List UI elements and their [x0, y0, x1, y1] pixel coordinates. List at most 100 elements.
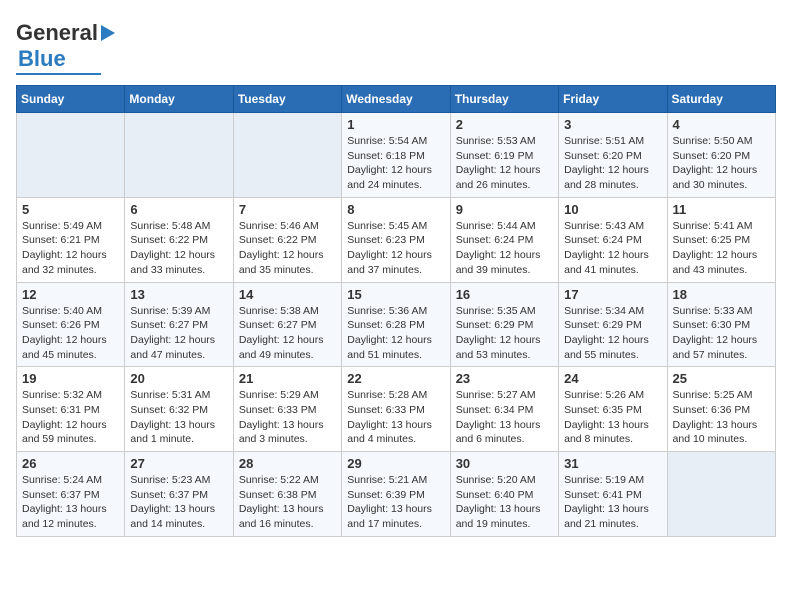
calendar-cell: [17, 113, 125, 198]
day-detail: Sunrise: 5:49 AM Sunset: 6:21 PM Dayligh…: [22, 219, 119, 278]
calendar-cell: 15 Sunrise: 5:36 AM Sunset: 6:28 PM Dayli…: [342, 282, 450, 367]
calendar-cell: 20 Sunrise: 5:31 AM Sunset: 6:32 PM Dayli…: [125, 367, 233, 452]
logo: General Blue: [16, 16, 115, 75]
calendar-cell: 3 Sunrise: 5:51 AM Sunset: 6:20 PM Daylig…: [559, 113, 667, 198]
calendar-cell: 5 Sunrise: 5:49 AM Sunset: 6:21 PM Daylig…: [17, 197, 125, 282]
day-detail: Sunrise: 5:35 AM Sunset: 6:29 PM Dayligh…: [456, 304, 553, 363]
day-number: 21: [239, 371, 336, 386]
calendar-cell: 12 Sunrise: 5:40 AM Sunset: 6:26 PM Dayli…: [17, 282, 125, 367]
calendar-cell: 4 Sunrise: 5:50 AM Sunset: 6:20 PM Daylig…: [667, 113, 775, 198]
calendar-cell: 7 Sunrise: 5:46 AM Sunset: 6:22 PM Daylig…: [233, 197, 341, 282]
day-detail: Sunrise: 5:32 AM Sunset: 6:31 PM Dayligh…: [22, 388, 119, 447]
day-detail: Sunrise: 5:40 AM Sunset: 6:26 PM Dayligh…: [22, 304, 119, 363]
day-number: 30: [456, 456, 553, 471]
day-detail: Sunrise: 5:34 AM Sunset: 6:29 PM Dayligh…: [564, 304, 661, 363]
day-detail: Sunrise: 5:19 AM Sunset: 6:41 PM Dayligh…: [564, 473, 661, 532]
calendar-cell: 19 Sunrise: 5:32 AM Sunset: 6:31 PM Dayli…: [17, 367, 125, 452]
calendar-cell: 21 Sunrise: 5:29 AM Sunset: 6:33 PM Dayli…: [233, 367, 341, 452]
calendar-week-5: 26Sunrise: 5:24 AM Sunset: 6:37 PM Dayli…: [17, 452, 776, 537]
calendar-cell: 24 Sunrise: 5:26 AM Sunset: 6:35 PM Dayli…: [559, 367, 667, 452]
day-detail: Sunrise: 5:33 AM Sunset: 6:30 PM Dayligh…: [673, 304, 770, 363]
calendar-cell: [125, 113, 233, 198]
day-detail: Sunrise: 5:46 AM Sunset: 6:22 PM Dayligh…: [239, 219, 336, 278]
day-detail: Sunrise: 5:38 AM Sunset: 6:27 PM Dayligh…: [239, 304, 336, 363]
day-detail: Sunrise: 5:36 AM Sunset: 6:28 PM Dayligh…: [347, 304, 444, 363]
day-number: 7: [239, 202, 336, 217]
calendar-cell: 27Sunrise: 5:23 AM Sunset: 6:37 PM Dayli…: [125, 452, 233, 537]
day-detail: Sunrise: 5:28 AM Sunset: 6:33 PM Dayligh…: [347, 388, 444, 447]
calendar-cell: 26Sunrise: 5:24 AM Sunset: 6:37 PM Dayli…: [17, 452, 125, 537]
weekday-header-row: SundayMondayTuesdayWednesdayThursdayFrid…: [17, 86, 776, 113]
day-detail: Sunrise: 5:51 AM Sunset: 6:20 PM Dayligh…: [564, 134, 661, 193]
day-number: 4: [673, 117, 770, 132]
calendar-header: SundayMondayTuesdayWednesdayThursdayFrid…: [17, 86, 776, 113]
weekday-header-thursday: Thursday: [450, 86, 558, 113]
calendar-week-1: 1Sunrise: 5:54 AM Sunset: 6:18 PM Daylig…: [17, 113, 776, 198]
calendar-cell: 18Sunrise: 5:33 AM Sunset: 6:30 PM Dayli…: [667, 282, 775, 367]
calendar-cell: 16 Sunrise: 5:35 AM Sunset: 6:29 PM Dayli…: [450, 282, 558, 367]
day-detail: Sunrise: 5:22 AM Sunset: 6:38 PM Dayligh…: [239, 473, 336, 532]
calendar-cell: 1Sunrise: 5:54 AM Sunset: 6:18 PM Daylig…: [342, 113, 450, 198]
day-detail: Sunrise: 5:27 AM Sunset: 6:34 PM Dayligh…: [456, 388, 553, 447]
day-number: 17: [564, 287, 661, 302]
day-number: 3: [564, 117, 661, 132]
day-number: 20: [130, 371, 227, 386]
calendar-cell: 14 Sunrise: 5:38 AM Sunset: 6:27 PM Dayli…: [233, 282, 341, 367]
day-number: 12: [22, 287, 119, 302]
calendar-cell: 13 Sunrise: 5:39 AM Sunset: 6:27 PM Dayli…: [125, 282, 233, 367]
day-detail: Sunrise: 5:29 AM Sunset: 6:33 PM Dayligh…: [239, 388, 336, 447]
calendar-cell: 25Sunrise: 5:25 AM Sunset: 6:36 PM Dayli…: [667, 367, 775, 452]
day-detail: Sunrise: 5:48 AM Sunset: 6:22 PM Dayligh…: [130, 219, 227, 278]
day-detail: Sunrise: 5:45 AM Sunset: 6:23 PM Dayligh…: [347, 219, 444, 278]
calendar-cell: 10Sunrise: 5:43 AM Sunset: 6:24 PM Dayli…: [559, 197, 667, 282]
day-detail: Sunrise: 5:20 AM Sunset: 6:40 PM Dayligh…: [456, 473, 553, 532]
weekday-header-wednesday: Wednesday: [342, 86, 450, 113]
day-number: 13: [130, 287, 227, 302]
day-number: 24: [564, 371, 661, 386]
calendar-cell: 22 Sunrise: 5:28 AM Sunset: 6:33 PM Dayli…: [342, 367, 450, 452]
calendar-cell: [667, 452, 775, 537]
calendar-cell: 31Sunrise: 5:19 AM Sunset: 6:41 PM Dayli…: [559, 452, 667, 537]
day-detail: Sunrise: 5:24 AM Sunset: 6:37 PM Dayligh…: [22, 473, 119, 532]
day-number: 6: [130, 202, 227, 217]
calendar: SundayMondayTuesdayWednesdayThursdayFrid…: [16, 85, 776, 537]
calendar-cell: 8 Sunrise: 5:45 AM Sunset: 6:23 PM Daylig…: [342, 197, 450, 282]
day-detail: Sunrise: 5:44 AM Sunset: 6:24 PM Dayligh…: [456, 219, 553, 278]
day-detail: Sunrise: 5:53 AM Sunset: 6:19 PM Dayligh…: [456, 134, 553, 193]
day-detail: Sunrise: 5:31 AM Sunset: 6:32 PM Dayligh…: [130, 388, 227, 447]
calendar-week-3: 12 Sunrise: 5:40 AM Sunset: 6:26 PM Dayli…: [17, 282, 776, 367]
weekday-header-saturday: Saturday: [667, 86, 775, 113]
weekday-header-tuesday: Tuesday: [233, 86, 341, 113]
day-number: 11: [673, 202, 770, 217]
day-detail: Sunrise: 5:25 AM Sunset: 6:36 PM Dayligh…: [673, 388, 770, 447]
day-number: 19: [22, 371, 119, 386]
calendar-cell: 29 Sunrise: 5:21 AM Sunset: 6:39 PM Dayli…: [342, 452, 450, 537]
day-detail: Sunrise: 5:39 AM Sunset: 6:27 PM Dayligh…: [130, 304, 227, 363]
day-detail: Sunrise: 5:23 AM Sunset: 6:37 PM Dayligh…: [130, 473, 227, 532]
day-number: 9: [456, 202, 553, 217]
day-number: 15: [347, 287, 444, 302]
logo-underline: [16, 73, 101, 75]
calendar-cell: 23 Sunrise: 5:27 AM Sunset: 6:34 PM Dayli…: [450, 367, 558, 452]
day-number: 14: [239, 287, 336, 302]
calendar-cell: 2Sunrise: 5:53 AM Sunset: 6:19 PM Daylig…: [450, 113, 558, 198]
logo-arrow-icon: [101, 25, 115, 41]
day-detail: Sunrise: 5:54 AM Sunset: 6:18 PM Dayligh…: [347, 134, 444, 193]
day-number: 22: [347, 371, 444, 386]
weekday-header-friday: Friday: [559, 86, 667, 113]
day-detail: Sunrise: 5:43 AM Sunset: 6:24 PM Dayligh…: [564, 219, 661, 278]
header: General Blue: [16, 16, 776, 75]
day-detail: Sunrise: 5:26 AM Sunset: 6:35 PM Dayligh…: [564, 388, 661, 447]
day-number: 29: [347, 456, 444, 471]
calendar-body: 1Sunrise: 5:54 AM Sunset: 6:18 PM Daylig…: [17, 113, 776, 537]
calendar-cell: 17 Sunrise: 5:34 AM Sunset: 6:29 PM Dayli…: [559, 282, 667, 367]
day-number: 16: [456, 287, 553, 302]
day-number: 23: [456, 371, 553, 386]
day-detail: Sunrise: 5:21 AM Sunset: 6:39 PM Dayligh…: [347, 473, 444, 532]
day-number: 8: [347, 202, 444, 217]
day-number: 5: [22, 202, 119, 217]
day-detail: Sunrise: 5:50 AM Sunset: 6:20 PM Dayligh…: [673, 134, 770, 193]
weekday-header-sunday: Sunday: [17, 86, 125, 113]
calendar-cell: 9 Sunrise: 5:44 AM Sunset: 6:24 PM Daylig…: [450, 197, 558, 282]
calendar-cell: 6 Sunrise: 5:48 AM Sunset: 6:22 PM Daylig…: [125, 197, 233, 282]
